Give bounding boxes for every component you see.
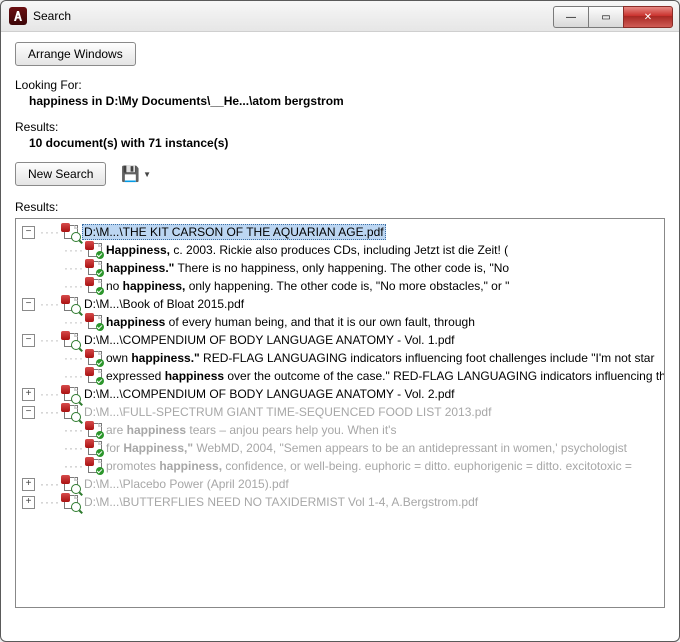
pdf-file-icon <box>88 369 102 383</box>
results-tree: −····D:\M...\THE KIT CARSON OF THE AQUAR… <box>18 223 662 511</box>
results-panel[interactable]: −····D:\M...\THE KIT CARSON OF THE AQUAR… <box>15 218 665 608</box>
pdf-file-icon <box>88 279 102 293</box>
maximize-icon: ▭ <box>601 12 610 23</box>
result-hit-text: promotes happiness, confidence, or well-… <box>106 459 632 473</box>
expand-toggle[interactable]: + <box>22 388 35 401</box>
result-document-title[interactable]: D:\M...\THE KIT CARSON OF THE AQUARIAN A… <box>82 224 386 240</box>
close-button[interactable]: ✕ <box>623 6 673 28</box>
result-document-row[interactable]: −···· D:\M...\COMPENDIUM OF BODY LANGUAGE… <box>18 331 662 349</box>
expand-toggle[interactable]: + <box>22 478 35 491</box>
result-hit-row[interactable]: ···· happiness of every human being, and … <box>18 313 662 331</box>
result-hit-text: happiness of every human being, and that… <box>106 315 475 329</box>
result-document-title[interactable]: D:\M...\Placebo Power (April 2015).pdf <box>82 477 291 491</box>
tree-connector: ···· <box>64 423 84 437</box>
result-hit-text: no happiness, only happening. The other … <box>106 279 509 293</box>
tree-connector: ···· <box>40 333 60 347</box>
expand-toggle[interactable]: + <box>22 496 35 509</box>
pdf-file-icon <box>88 441 102 455</box>
pdf-file-icon <box>88 261 102 275</box>
tree-connector: ···· <box>64 369 84 383</box>
looking-for-label: Looking For: <box>15 78 665 92</box>
pdf-file-icon <box>88 423 102 437</box>
pdf-file-icon <box>64 495 78 509</box>
result-document-title[interactable]: D:\M...\FULL-SPECTRUM GIANT TIME-SEQUENC… <box>82 405 493 419</box>
result-hit-row[interactable]: ···· expressed happiness over the outcome… <box>18 367 662 385</box>
results-label: Results: <box>15 200 665 214</box>
tree-connector: ···· <box>64 315 84 329</box>
tree-connector: ···· <box>40 387 60 401</box>
tree-connector: ···· <box>64 351 84 365</box>
result-document-row[interactable]: −···· D:\M...\THE KIT CARSON OF THE AQUAR… <box>18 223 662 241</box>
result-hit-row[interactable]: ···· no happiness, only happening. The ot… <box>18 277 662 295</box>
result-hit-text: are happiness tears – anjou pears help y… <box>106 423 396 437</box>
results-summary-label: Results: <box>15 120 665 134</box>
pdf-file-icon <box>64 333 78 347</box>
result-hit-row[interactable]: ···· promotes happiness, confidence, or w… <box>18 457 662 475</box>
tree-connector: ···· <box>64 441 84 455</box>
minimize-button[interactable]: — <box>553 6 588 28</box>
titlebar[interactable]: Search — ▭ ✕ <box>1 1 679 32</box>
window-title: Search <box>33 9 553 23</box>
collapse-toggle[interactable]: − <box>22 226 35 239</box>
result-hit-text: Happiness, c. 2003. Rickie also produces… <box>106 243 508 257</box>
result-hit-text: expressed happiness over the outcome of … <box>106 369 665 383</box>
result-hit-text: happiness." There is no happiness, only … <box>106 261 509 275</box>
collapse-toggle[interactable]: − <box>22 298 35 311</box>
adobe-reader-icon <box>9 7 27 25</box>
results-summary-value: 10 document(s) with 71 instance(s) <box>29 136 665 150</box>
collapse-toggle[interactable]: − <box>22 334 35 347</box>
pdf-file-icon <box>64 405 78 419</box>
search-panel-body: Arrange Windows Looking For: happiness i… <box>1 32 679 608</box>
tree-connector: ···· <box>40 405 60 419</box>
search-toolbar: New Search 💾 ▼ <box>15 162 665 186</box>
result-hit-row[interactable]: ···· happiness." There is no happiness, o… <box>18 259 662 277</box>
looking-for-value: happiness in D:\My Documents\__He...\ato… <box>29 94 665 108</box>
result-document-title[interactable]: D:\M...\COMPENDIUM OF BODY LANGUAGE ANAT… <box>82 333 457 347</box>
result-document-row[interactable]: −···· D:\M...\Book of Bloat 2015.pdf <box>18 295 662 313</box>
tree-connector: ···· <box>64 261 84 275</box>
floppy-disk-icon: 💾 <box>121 167 140 182</box>
result-document-row[interactable]: + ···· D:\M...\Placebo Power (April 2015).… <box>18 475 662 493</box>
result-hit-text: for Happiness," WebMD, 2004, "Semen appe… <box>106 441 627 455</box>
pdf-file-icon <box>88 351 102 365</box>
pdf-file-icon <box>88 459 102 473</box>
tree-connector: ···· <box>40 495 60 509</box>
tree-connector: ···· <box>40 297 60 311</box>
search-window: Search — ▭ ✕ Arrange Windows Looking For… <box>0 0 680 642</box>
pdf-file-icon <box>64 387 78 401</box>
dropdown-icon: ▼ <box>143 170 151 179</box>
pdf-file-icon <box>64 477 78 491</box>
result-hit-row[interactable]: ···· Happiness, c. 2003. Rickie also prod… <box>18 241 662 259</box>
tree-connector: ···· <box>40 225 60 239</box>
pdf-file-icon <box>64 225 78 239</box>
result-hit-text: own happiness." RED-FLAG LANGUAGING indi… <box>106 351 654 365</box>
minimize-icon: — <box>566 12 576 23</box>
tree-connector: ···· <box>40 477 60 491</box>
result-document-row[interactable]: + ···· D:\M...\COMPENDIUM OF BODY LANGUAGE… <box>18 385 662 403</box>
window-controls: — ▭ ✕ <box>553 6 673 26</box>
result-hit-row[interactable]: ···· own happiness." RED-FLAG LANGUAGING … <box>18 349 662 367</box>
pdf-file-icon <box>64 297 78 311</box>
collapse-toggle[interactable]: − <box>22 406 35 419</box>
save-results-button[interactable]: 💾 ▼ <box>116 162 156 186</box>
result-document-title[interactable]: D:\M...\Book of Bloat 2015.pdf <box>82 297 246 311</box>
tree-connector: ···· <box>64 459 84 473</box>
result-document-row[interactable]: + ···· D:\M...\BUTTERFLIES NEED NO TAXIDER… <box>18 493 662 511</box>
new-search-button[interactable]: New Search <box>15 162 106 186</box>
result-document-row[interactable]: −···· D:\M...\FULL-SPECTRUM GIANT TIME-SE… <box>18 403 662 421</box>
result-hit-row[interactable]: ···· are happiness tears – anjou pears he… <box>18 421 662 439</box>
pdf-file-icon <box>88 315 102 329</box>
arrange-windows-button[interactable]: Arrange Windows <box>15 42 136 66</box>
tree-connector: ···· <box>64 279 84 293</box>
close-icon: ✕ <box>644 12 652 23</box>
tree-connector: ···· <box>64 243 84 257</box>
result-document-title[interactable]: D:\M...\COMPENDIUM OF BODY LANGUAGE ANAT… <box>82 387 457 401</box>
maximize-button[interactable]: ▭ <box>588 6 623 28</box>
pdf-file-icon <box>88 243 102 257</box>
result-hit-row[interactable]: ···· for Happiness," WebMD, 2004, "Semen … <box>18 439 662 457</box>
result-document-title[interactable]: D:\M...\BUTTERFLIES NEED NO TAXIDERMIST … <box>82 495 480 509</box>
